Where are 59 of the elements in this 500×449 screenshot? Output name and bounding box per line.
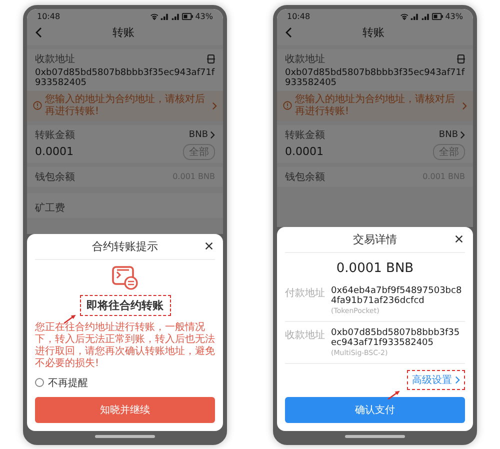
status-time: 10:48 [37, 12, 60, 20]
field-label: 转账金额 [285, 128, 325, 142]
scan-icon[interactable] [207, 54, 215, 64]
warning-text: 您输入的地址为合约地址，请核对后再进行转账! [295, 94, 456, 118]
signal-icon [160, 12, 170, 20]
chevron-right-icon [460, 130, 465, 138]
field-label: 收款地址 [285, 328, 325, 342]
contract-icon [111, 264, 139, 290]
amount-value: 0.0001 [285, 145, 324, 158]
continue-button[interactable]: 知晓并继续 [35, 396, 215, 422]
battery-level: 43% [445, 12, 463, 20]
warning-message: 您正在往合约地址进行转账，一般情况下，转入后无法正常到账，转入后也无法进行取回，请您再次确认转账地址，避免不必要的损失! [35, 322, 215, 370]
close-icon[interactable] [455, 235, 463, 243]
token-selector[interactable]: BNB [438, 130, 465, 140]
battery-icon [432, 12, 444, 20]
field-label: 收款地址 [35, 52, 75, 66]
wifi-icon [400, 12, 408, 20]
close-icon[interactable] [205, 242, 213, 250]
back-icon[interactable] [35, 26, 42, 38]
wallet-address: 0xb07d85bd5807b8bbb3f35ec943af71f933582405 [331, 328, 461, 348]
signal-icon [171, 12, 180, 20]
token-selector[interactable]: BNB [188, 130, 215, 140]
transfer-amount: 0.0001 BNB [335, 260, 415, 278]
status-time: 10:48 [287, 12, 310, 20]
warning-text: 您输入的地址为合约地址，请核对后再进行转账! [45, 94, 206, 118]
amount-value: 0.0001 [35, 145, 74, 158]
recipient-address: 0xb07d85bd5807b8bbb3f35ec943af71f933582405 [35, 68, 215, 88]
recipient-address: 0xb07d85bd5807b8bbb3f35ec943af71f933582405 [285, 68, 465, 88]
sheet-title: 合约转账提示 [92, 238, 158, 254]
page-title: 转账 [362, 24, 386, 40]
warning-icon [283, 101, 292, 110]
field-label: 收款地址 [285, 52, 325, 66]
page-title: 转账 [112, 24, 136, 40]
checkbox-label: 不再提醒 [48, 376, 88, 390]
field-label: 转账金额 [35, 128, 75, 142]
annotation-arrow-icon [63, 314, 77, 324]
wallet-address: 0x64eb4a7bf9f54897503bc84fa91b71af236dcfcd [331, 286, 463, 306]
field-label: 矿工费 [35, 202, 65, 214]
field-label: 钱包余额 [35, 170, 75, 184]
battery-level: 43% [195, 12, 213, 20]
radio-button[interactable] [35, 378, 44, 387]
confirm-button[interactable]: 确认支付 [285, 396, 465, 422]
chevron-right-icon [455, 376, 460, 384]
battery-icon [182, 12, 194, 20]
chevron-right-icon [462, 102, 467, 110]
annotation-arrow-icon [387, 390, 401, 400]
field-label: 钱包余额 [285, 170, 325, 184]
field-label: 付款地址 [285, 286, 325, 300]
chevron-right-icon [212, 102, 217, 110]
warning-icon [33, 101, 42, 110]
wifi-icon [150, 12, 158, 20]
back-icon[interactable] [285, 26, 292, 38]
dialog-heading: 即将往合约转账 [80, 294, 170, 316]
advanced-settings-link[interactable]: 高级设置 [407, 370, 465, 390]
signal-icon [410, 12, 420, 20]
signal-icon [421, 12, 430, 20]
scan-icon[interactable] [457, 54, 465, 64]
chevron-right-icon [210, 130, 215, 138]
sheet-title: 交易详情 [353, 232, 397, 246]
